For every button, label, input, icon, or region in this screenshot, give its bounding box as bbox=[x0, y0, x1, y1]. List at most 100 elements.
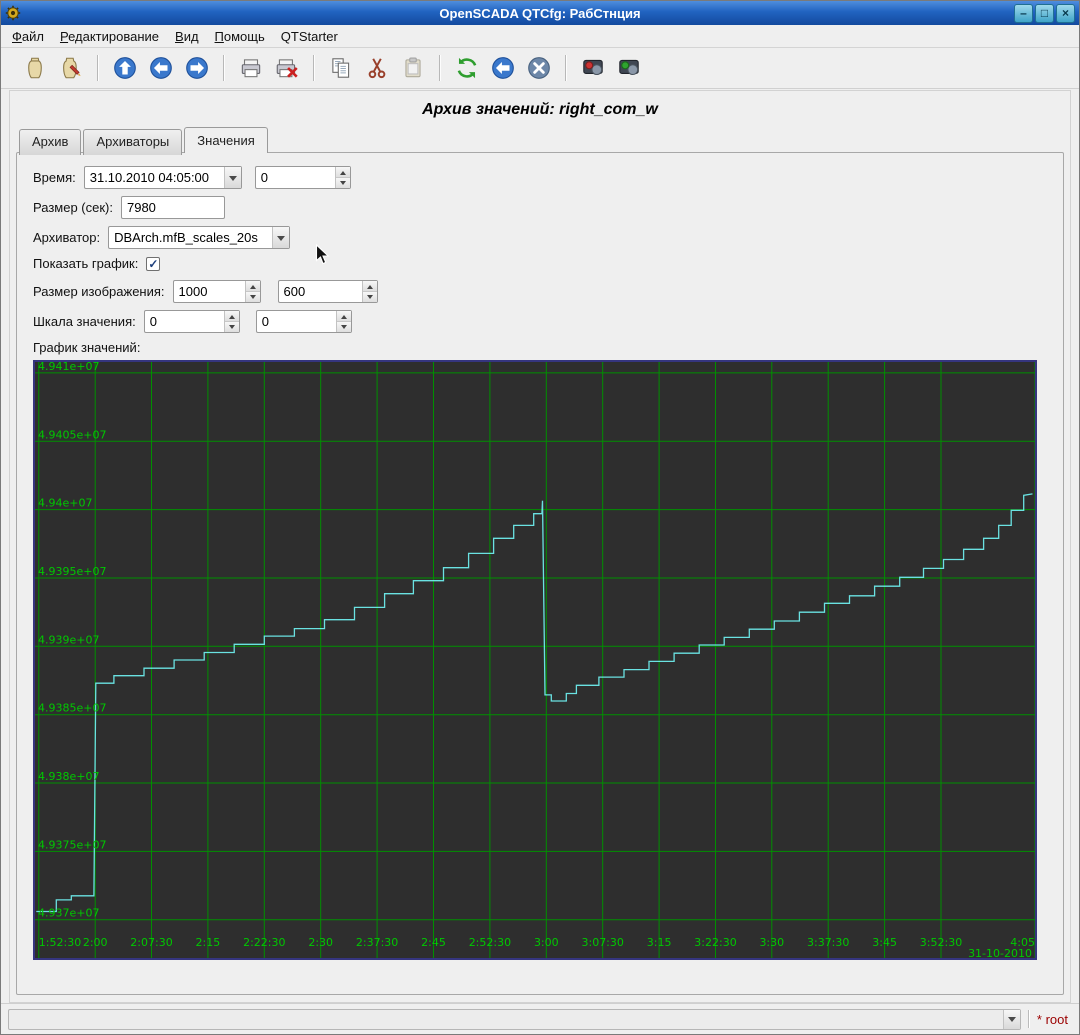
tab-archivers[interactable]: Архиваторы bbox=[83, 129, 182, 155]
svg-text:2:00: 2:00 bbox=[83, 936, 108, 949]
stop-cross-icon bbox=[526, 55, 552, 81]
forward-button[interactable] bbox=[181, 52, 213, 84]
svg-text:3:15: 3:15 bbox=[647, 936, 672, 949]
stop-updating-button[interactable] bbox=[523, 52, 555, 84]
ui-switch-green-icon bbox=[616, 55, 642, 81]
svg-text:3:45: 3:45 bbox=[872, 936, 897, 949]
statusbar: * root bbox=[1, 1003, 1079, 1034]
values-graph-image: 4.941e+07 4.9405e+07 4.94e+07 4.9395e+07 4.9… bbox=[33, 360, 1037, 960]
size-input[interactable] bbox=[122, 197, 224, 218]
toolbar-separator bbox=[97, 55, 99, 81]
svg-text:4.94e+07: 4.94e+07 bbox=[38, 497, 92, 510]
refresh-icon bbox=[454, 55, 480, 81]
scale-min-spinbox[interactable] bbox=[144, 310, 240, 333]
spin-down-icon[interactable] bbox=[336, 178, 350, 188]
spin-up-icon[interactable] bbox=[336, 167, 350, 178]
svg-text:31-10-2010: 31-10-2010 bbox=[968, 947, 1032, 958]
graph-label: График значений: bbox=[33, 340, 1047, 355]
svg-text:1:52:30: 1:52:30 bbox=[39, 936, 81, 949]
spin-up-icon[interactable] bbox=[363, 281, 377, 292]
back-arrow-icon bbox=[148, 55, 174, 81]
add-item-icon bbox=[238, 55, 264, 81]
size-row: Размер (сек): bbox=[33, 196, 1047, 219]
trend-plot: 4.941e+07 4.9405e+07 4.94e+07 4.9395e+07 4.9… bbox=[35, 362, 1035, 958]
copy-item-button[interactable] bbox=[325, 52, 357, 84]
ui-switch-red-button[interactable] bbox=[577, 52, 609, 84]
add-item-button[interactable] bbox=[235, 52, 267, 84]
ui-switch-green-button[interactable] bbox=[613, 52, 645, 84]
cut-item-button[interactable] bbox=[361, 52, 393, 84]
scale-min-input[interactable] bbox=[145, 311, 224, 332]
menubar: Файл Редактирование Вид Помощь QTStarter bbox=[1, 25, 1079, 48]
start-updating-button[interactable] bbox=[487, 52, 519, 84]
svg-text:4.937e+07: 4.937e+07 bbox=[38, 907, 99, 920]
refresh-button[interactable] bbox=[451, 52, 483, 84]
show-graph-checkbox[interactable]: ✓ bbox=[146, 257, 160, 271]
time-input[interactable] bbox=[85, 167, 224, 188]
status-combobox[interactable] bbox=[8, 1009, 1021, 1030]
spin-down-icon[interactable] bbox=[225, 322, 239, 332]
svg-text:2:22:30: 2:22:30 bbox=[243, 936, 285, 949]
combo-dropdown-icon[interactable] bbox=[1003, 1010, 1020, 1029]
values-tab-page: Время: Размер (сек): Архиватор: D bbox=[16, 152, 1064, 995]
svg-text:4.9405e+07: 4.9405e+07 bbox=[38, 428, 106, 441]
value-scale-row: Шкала значения: bbox=[33, 310, 1047, 333]
ui-switch-red-icon bbox=[580, 55, 606, 81]
close-button[interactable]: × bbox=[1056, 4, 1075, 23]
time-usec-spinbox[interactable] bbox=[255, 166, 351, 189]
toolbar bbox=[1, 48, 1079, 89]
svg-text:3:00: 3:00 bbox=[534, 936, 559, 949]
svg-text:4.941e+07: 4.941e+07 bbox=[38, 362, 99, 373]
minimize-button[interactable]: – bbox=[1014, 4, 1033, 23]
image-height-input[interactable] bbox=[279, 281, 362, 302]
back-button[interactable] bbox=[145, 52, 177, 84]
load-from-db-icon bbox=[22, 55, 48, 81]
time-usec-input[interactable] bbox=[256, 167, 335, 188]
load-from-db-button[interactable] bbox=[19, 52, 51, 84]
image-width-spinbox[interactable] bbox=[173, 280, 261, 303]
image-size-label: Размер изображения: bbox=[33, 284, 165, 299]
checkmark-icon: ✓ bbox=[148, 258, 158, 270]
toolbar-separator bbox=[223, 55, 225, 81]
up-level-button[interactable] bbox=[109, 52, 141, 84]
svg-text:2:15: 2:15 bbox=[196, 936, 221, 949]
paste-item-button[interactable] bbox=[397, 52, 429, 84]
central-panel: Архив значений: right_com_w Архив Архива… bbox=[9, 90, 1071, 1003]
menu-qtstarter[interactable]: QTStarter bbox=[273, 26, 346, 47]
svg-text:2:37:30: 2:37:30 bbox=[356, 936, 398, 949]
spin-up-icon[interactable] bbox=[246, 281, 260, 292]
scale-max-input[interactable] bbox=[257, 311, 336, 332]
spin-up-icon[interactable] bbox=[337, 311, 351, 322]
current-user-label: * root bbox=[1037, 1012, 1072, 1027]
up-arrow-icon bbox=[112, 55, 138, 81]
spin-down-icon[interactable] bbox=[363, 292, 377, 302]
spin-up-icon[interactable] bbox=[225, 311, 239, 322]
forward-arrow-icon bbox=[184, 55, 210, 81]
combo-dropdown-icon[interactable] bbox=[272, 227, 289, 248]
time-row: Время: bbox=[33, 166, 1047, 189]
menu-help[interactable]: Помощь bbox=[207, 26, 273, 47]
cut-scissors-icon bbox=[364, 55, 390, 81]
spin-down-icon[interactable] bbox=[337, 322, 351, 332]
menu-view[interactable]: Вид bbox=[167, 26, 207, 47]
svg-text:3:22:30: 3:22:30 bbox=[694, 936, 736, 949]
time-combobox[interactable] bbox=[84, 166, 242, 189]
image-height-spinbox[interactable] bbox=[278, 280, 378, 303]
delete-item-button[interactable] bbox=[271, 52, 303, 84]
scale-max-spinbox[interactable] bbox=[256, 310, 352, 333]
save-to-db-button[interactable] bbox=[55, 52, 87, 84]
titlebar: OpenSCADA QTCfg: РабСтнция – □ × bbox=[1, 1, 1079, 25]
menu-edit[interactable]: Редактирование bbox=[52, 26, 167, 47]
spin-down-icon[interactable] bbox=[246, 292, 260, 302]
tab-archive[interactable]: Архив bbox=[19, 129, 81, 155]
image-width-input[interactable] bbox=[174, 281, 245, 302]
archiver-combobox[interactable]: DBArch.mfB_scales_20s bbox=[108, 226, 290, 249]
svg-text:2:30: 2:30 bbox=[308, 936, 333, 949]
svg-text:4.9395e+07: 4.9395e+07 bbox=[38, 565, 106, 578]
menu-file[interactable]: Файл bbox=[4, 26, 52, 47]
maximize-button[interactable]: □ bbox=[1035, 4, 1054, 23]
combo-dropdown-icon[interactable] bbox=[224, 167, 241, 188]
tab-values[interactable]: Значения bbox=[184, 127, 267, 153]
archiver-label: Архиватор: bbox=[33, 230, 100, 245]
size-field[interactable] bbox=[121, 196, 225, 219]
